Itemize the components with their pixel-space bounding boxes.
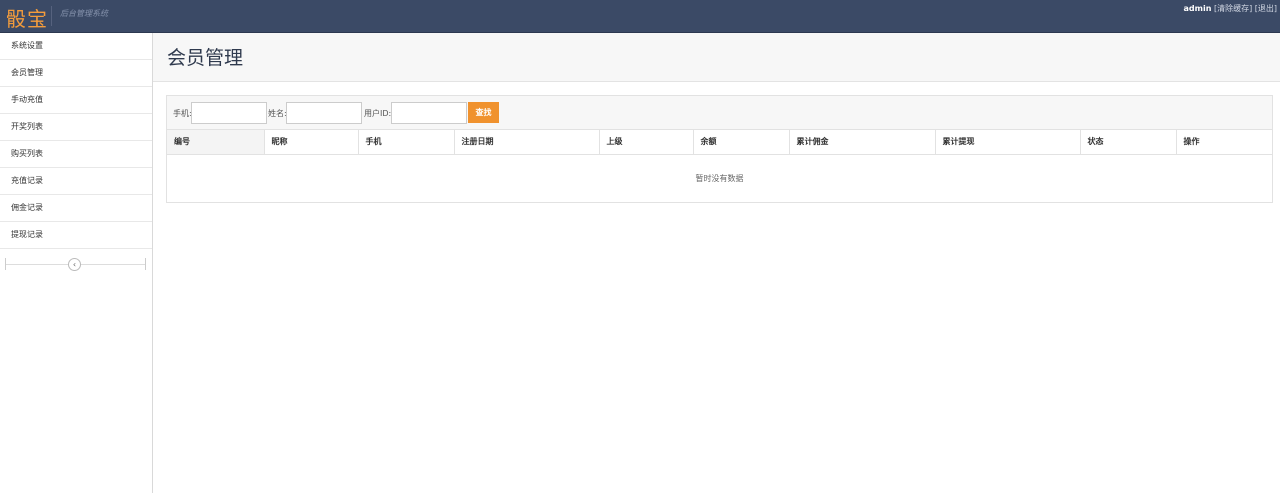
table-row: 暂时没有数据: [167, 154, 1272, 202]
username: admin: [1183, 4, 1212, 13]
column-header-balance[interactable]: 余额: [693, 130, 790, 155]
name-input[interactable]: [286, 102, 362, 124]
user-bar: admin [清除缓存] [退出]: [1184, 3, 1278, 14]
divider: [5, 258, 6, 270]
system-subtitle: 后台管理系统: [60, 9, 108, 18]
sidebar-item-purchase-list[interactable]: 购买列表: [0, 141, 152, 168]
table-header-row: 编号 昵称 手机 注册日期 上级 余额 累计佣金 累计提现 状态 操作: [167, 130, 1272, 155]
page-title: 会员管理: [167, 47, 244, 69]
chevron-left-icon[interactable]: ‹: [68, 258, 81, 271]
column-header-nickname[interactable]: 昵称: [264, 130, 359, 155]
empty-state-message: 暂时没有数据: [695, 173, 744, 183]
member-panel: 手机: 姓名: 用户ID: 查找 编号 昵称 手机 注册日期 上级 余额 累计佣…: [166, 95, 1273, 203]
page-header: 会员管理: [153, 33, 1280, 82]
column-header-register-date[interactable]: 注册日期: [454, 130, 600, 155]
sidebar: 系统设置 会员管理 手动充值 开奖列表 购买列表 充值记录 佣金记录 提现记录 …: [0, 33, 153, 493]
member-table: 编号 昵称 手机 注册日期 上级 余额 累计佣金 累计提现 状态 操作 暂时没有…: [167, 130, 1272, 202]
column-header-id[interactable]: 编号: [167, 130, 265, 155]
column-header-total-withdrawal[interactable]: 累计提现: [935, 130, 1081, 155]
sidebar-item-recharge-records[interactable]: 充值记录: [0, 168, 152, 195]
brand-logo[interactable]: 骰宝: [6, 3, 48, 32]
main-content: 会员管理 手机: 姓名: 用户ID: 查找 编号 昵称 手机 注册日期 上级 余…: [153, 33, 1280, 493]
column-header-total-commission[interactable]: 累计佣金: [789, 130, 936, 155]
column-header-status[interactable]: 状态: [1080, 130, 1177, 155]
brand-divider: [51, 6, 52, 26]
column-header-superior[interactable]: 上级: [599, 130, 694, 155]
column-header-phone[interactable]: 手机: [358, 130, 455, 155]
sidebar-item-commission-records[interactable]: 佣金记录: [0, 195, 152, 222]
sidebar-item-draw-list[interactable]: 开奖列表: [0, 114, 152, 141]
divider: [145, 258, 146, 270]
sidebar-item-system-settings[interactable]: 系统设置: [0, 33, 152, 60]
sidebar-collapse-row: ‹: [0, 249, 152, 279]
sidebar-item-member-management[interactable]: 会员管理: [0, 60, 152, 87]
top-navbar: 骰宝 后台管理系统 admin [清除缓存] [退出]: [0, 0, 1280, 33]
phone-input[interactable]: [191, 102, 267, 124]
logout-link[interactable]: [退出]: [1255, 4, 1277, 13]
user-id-input[interactable]: [391, 102, 467, 124]
name-label: 姓名:: [268, 109, 287, 118]
sidebar-menu: 系统设置 会员管理 手动充值 开奖列表 购买列表 充值记录 佣金记录 提现记录: [0, 33, 152, 249]
column-header-actions[interactable]: 操作: [1176, 130, 1272, 155]
sidebar-item-manual-recharge[interactable]: 手动充值: [0, 87, 152, 114]
user-id-label: 用户ID:: [364, 109, 392, 118]
sidebar-item-withdrawal-records[interactable]: 提现记录: [0, 222, 152, 249]
search-bar: 手机: 姓名: 用户ID: 查找: [167, 96, 1272, 130]
search-button[interactable]: 查找: [468, 102, 499, 123]
phone-label: 手机:: [173, 109, 192, 118]
clear-cache-link[interactable]: [清除缓存]: [1214, 4, 1252, 13]
